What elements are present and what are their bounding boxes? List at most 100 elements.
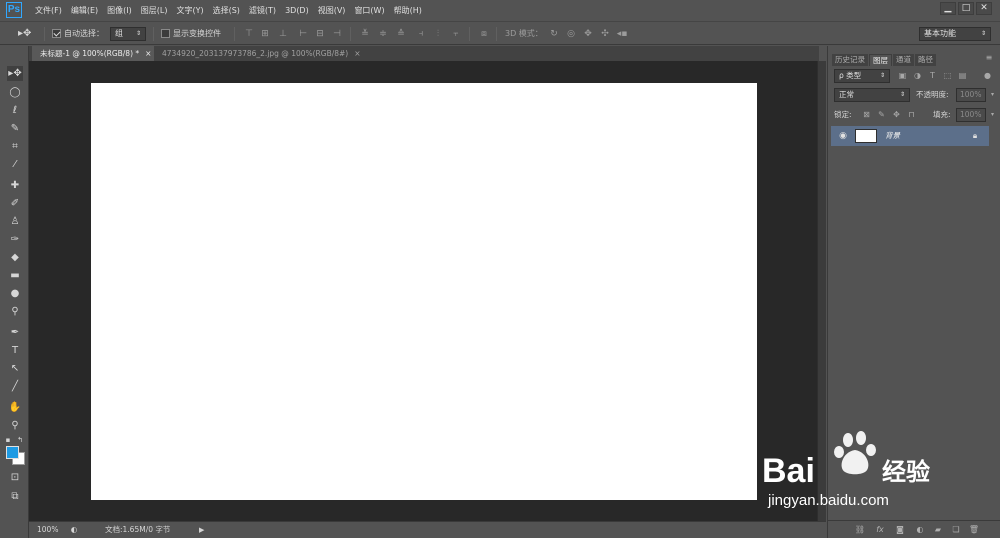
auto-select-checkbox[interactable]	[52, 29, 61, 38]
close-tab-icon[interactable]: ×	[354, 49, 360, 58]
filter-adjustment-icon[interactable]: ◑	[912, 70, 923, 81]
vertical-scrollbar[interactable]	[817, 61, 826, 521]
screen-mode-icon[interactable]: ⧉	[7, 489, 23, 504]
workspace-dropdown[interactable]: 基本功能 ⇕	[919, 26, 991, 41]
new-group-icon[interactable]: ▰	[932, 524, 944, 536]
line-tool-icon[interactable]: ╱	[7, 379, 23, 394]
eyedropper-tool-icon[interactable]: ⁄	[7, 157, 23, 172]
foreground-color-swatch[interactable]	[6, 446, 19, 459]
filter-pixel-icon[interactable]: ▣	[897, 70, 908, 81]
new-layer-icon[interactable]: ❏	[950, 524, 962, 536]
layer-style-icon[interactable]: fx	[874, 524, 886, 536]
lock-pixels-icon[interactable]: ✎	[876, 109, 887, 120]
marquee-tool-icon[interactable]: ◯	[7, 85, 23, 100]
menu-filter[interactable]: 滤镜(T)	[249, 0, 276, 22]
tab-layers[interactable]: 图层	[869, 54, 892, 66]
align-top-icon[interactable]: ⊤	[243, 28, 255, 40]
align-bottom-icon[interactable]: ⊥	[277, 28, 289, 40]
pen-tool-icon[interactable]: ✒	[7, 325, 23, 340]
align-left-icon[interactable]: ⊢	[297, 28, 309, 40]
distribute-right-icon[interactable]: ⫟	[450, 28, 462, 40]
lasso-tool-icon[interactable]: ℓ	[7, 103, 23, 118]
clone-stamp-tool-icon[interactable]: ♙	[7, 214, 23, 229]
link-layers-icon[interactable]: ⛓	[854, 524, 866, 536]
tab-paths[interactable]: 路径	[915, 54, 936, 66]
menu-image[interactable]: 图像(I)	[107, 0, 132, 22]
document-canvas[interactable]	[91, 83, 757, 500]
healing-brush-tool-icon[interactable]: ✚	[7, 178, 23, 193]
hand-tool-icon[interactable]: ✋	[7, 400, 23, 415]
distribute-top-icon[interactable]: ≚	[359, 28, 371, 40]
menu-select[interactable]: 选择(S)	[213, 0, 240, 22]
status-menu-arrow-icon[interactable]: ▶	[199, 522, 204, 538]
align-right-icon[interactable]: ⊣	[331, 28, 343, 40]
menu-layer[interactable]: 图层(L)	[141, 0, 168, 22]
zoom-level[interactable]: 100%	[37, 522, 58, 538]
layer-row-background[interactable]: ◉ 背景 🔒︎	[831, 126, 989, 146]
menu-type[interactable]: 文字(Y)	[176, 0, 203, 22]
adjustment-layer-icon[interactable]: ◐	[914, 524, 926, 536]
menu-edit[interactable]: 编辑(E)	[71, 0, 98, 22]
close-tab-icon[interactable]: ×	[145, 49, 151, 58]
visibility-eye-icon[interactable]: ◉	[837, 130, 849, 142]
fill-arrow-icon[interactable]: ▾	[987, 109, 998, 120]
show-transform-checkbox[interactable]	[161, 29, 170, 38]
path-selection-tool-icon[interactable]: ↖	[7, 361, 23, 376]
crop-tool-icon[interactable]: ⌗	[7, 139, 23, 154]
auto-select-dropdown[interactable]: 组 ⇕	[110, 26, 146, 41]
filter-type-icon[interactable]: T	[927, 70, 938, 81]
distribute-left-icon[interactable]: ⫞	[415, 28, 427, 40]
tab-history[interactable]: 历史记录	[832, 54, 868, 66]
3d-slide-icon[interactable]: ✣	[599, 28, 611, 40]
gradient-tool-icon[interactable]: ▬	[7, 268, 23, 283]
status-info-icon[interactable]: ◐	[69, 522, 79, 538]
zoom-tool-icon[interactable]: ⚲	[7, 418, 23, 433]
type-tool-icon[interactable]: T	[7, 343, 23, 358]
opacity-input[interactable]: 100%	[956, 88, 986, 102]
brush-tool-icon[interactable]: ✐	[7, 196, 23, 211]
dodge-tool-icon[interactable]: ⚲	[7, 304, 23, 319]
move-tool-preset-icon[interactable]: ▸✥	[18, 28, 31, 40]
tab-untitled-1[interactable]: 未标题-1 @ 100%(RGB/8) * ×	[32, 46, 160, 61]
lock-position-icon[interactable]: ✥	[891, 109, 902, 120]
fill-input[interactable]: 100%	[956, 108, 986, 122]
blur-tool-icon[interactable]: ●	[7, 286, 23, 301]
distribute-bottom-icon[interactable]: ≙	[395, 28, 407, 40]
add-mask-icon[interactable]: ◙	[894, 524, 906, 536]
filter-shape-icon[interactable]: ⬚	[942, 70, 953, 81]
minimize-button[interactable]: ▁	[940, 2, 956, 15]
tab-channels[interactable]: 通道	[893, 54, 914, 66]
panel-menu-icon[interactable]: ≡	[984, 53, 994, 63]
menu-file[interactable]: 文件(F)	[35, 0, 62, 22]
blend-mode-dropdown[interactable]: 正常 ⇕	[834, 88, 910, 102]
menu-help[interactable]: 帮助(H)	[394, 0, 422, 22]
lock-all-icon[interactable]: ⊓	[906, 109, 917, 120]
distribute-hcenter-icon[interactable]: ⫶	[432, 28, 444, 40]
distribute-vcenter-icon[interactable]: ≑	[377, 28, 389, 40]
menu-3d[interactable]: 3D(D)	[285, 0, 309, 22]
delete-layer-icon[interactable]: 🗑︎	[968, 524, 980, 536]
menu-view[interactable]: 视图(V)	[318, 0, 346, 22]
3d-roll-icon[interactable]: ◎	[565, 28, 577, 40]
filter-smart-object-icon[interactable]: ▤	[957, 70, 968, 81]
canvas-workspace[interactable]	[29, 61, 817, 521]
eraser-tool-icon[interactable]: ◆	[7, 250, 23, 265]
quick-mask-icon[interactable]: ⊡	[7, 470, 23, 485]
move-tool-icon[interactable]: ▸✥	[7, 66, 23, 81]
restore-button[interactable]: □	[958, 2, 974, 15]
auto-align-icon[interactable]: ⧈	[478, 28, 490, 40]
3d-rotate-icon[interactable]: ↻	[548, 28, 560, 40]
filter-toggle-icon[interactable]: ●	[982, 70, 993, 81]
menu-window[interactable]: 窗口(W)	[354, 0, 384, 22]
close-button[interactable]: ✕	[976, 2, 992, 15]
opacity-arrow-icon[interactable]: ▾	[987, 89, 998, 100]
3d-scale-icon[interactable]: ◂▪	[616, 28, 628, 40]
quick-select-tool-icon[interactable]: ✎	[7, 121, 23, 136]
lock-transparent-icon[interactable]: ⊠	[861, 109, 872, 120]
tab-jpg-image[interactable]: 4734920_203137973786_2.jpg @ 100%(RGB/8#…	[154, 46, 369, 61]
layer-name[interactable]: 背景	[885, 126, 900, 146]
align-hcenter-icon[interactable]: ⊟	[314, 28, 326, 40]
history-brush-tool-icon[interactable]: ✑	[7, 232, 23, 247]
3d-drag-icon[interactable]: ✥	[582, 28, 594, 40]
layer-filter-dropdown[interactable]: ρ 类型 ⇕	[834, 69, 890, 83]
